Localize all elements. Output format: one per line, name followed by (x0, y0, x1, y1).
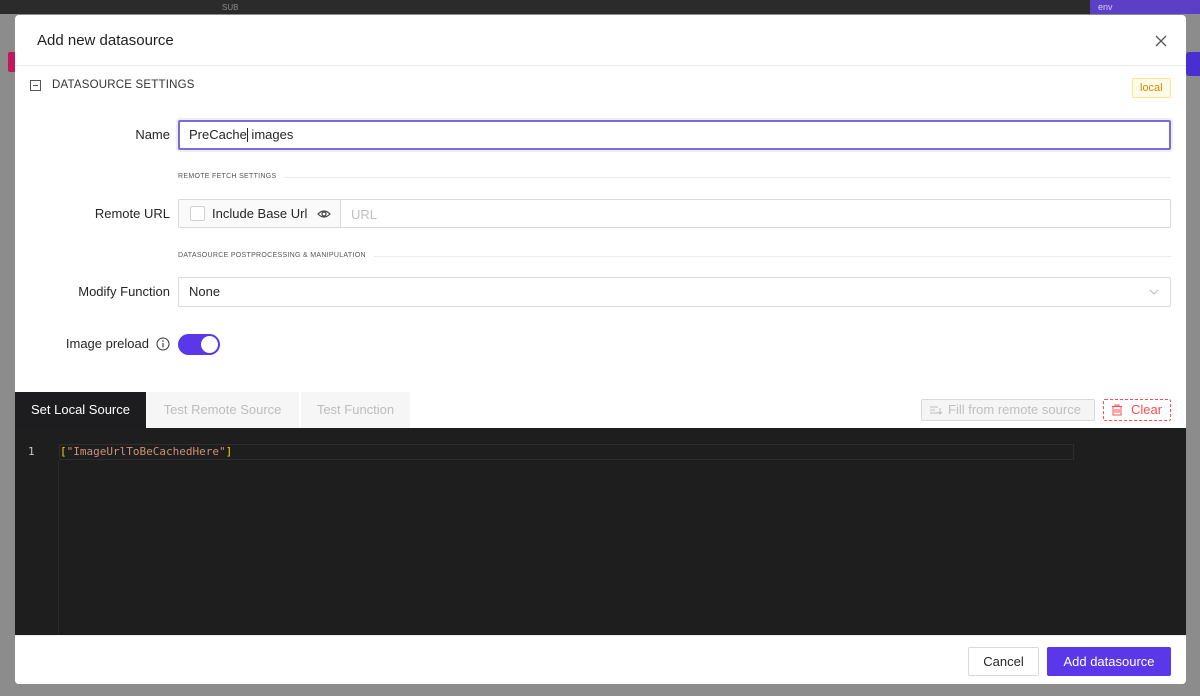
image-preload-label: Image preload (65, 336, 149, 351)
toggle-knob (201, 336, 218, 353)
modal-footer: Cancel Add datasource (15, 635, 1186, 684)
name-value-start: PreCache (189, 127, 247, 142)
info-icon[interactable] (156, 337, 170, 351)
name-value-end: images (247, 127, 294, 142)
datasource-settings-header[interactable]: DATASOURCE SETTINGS (30, 79, 1186, 105)
clear-button[interactable]: Clear (1103, 399, 1171, 421)
open-bracket: [ (60, 445, 67, 458)
include-base-url-label: Include Base Url (212, 206, 308, 221)
trash-icon (1112, 404, 1122, 416)
modify-function-value: None (189, 284, 221, 299)
url-input[interactable]: URL (351, 207, 377, 222)
code-string: "ImageUrlToBeCachedHere" (66, 445, 226, 458)
eye-icon[interactable] (317, 207, 331, 221)
remote-fetch-divider: REMOTE FETCH SETTINGS (178, 173, 1171, 185)
add-datasource-button[interactable]: Add datasource (1047, 647, 1171, 676)
remote-url-group: Include Base Url URL (178, 199, 1171, 228)
modify-function-select[interactable]: None (178, 277, 1171, 307)
app-header-backdrop: SUB env (0, 0, 1200, 14)
modal-title: Add new datasource (37, 32, 174, 49)
name-input[interactable]: PreCache images (178, 120, 1171, 150)
close-icon (1155, 35, 1167, 47)
cancel-button[interactable]: Cancel (968, 647, 1039, 676)
code-editor[interactable]: 1 ["ImageUrlToBeCachedHere"] (15, 428, 1186, 635)
backdrop-button (1186, 52, 1200, 76)
fill-icon (930, 406, 942, 415)
env-badge: env (1090, 0, 1200, 14)
remote-url-label: Remote URL (94, 206, 170, 221)
include-base-url-checkbox[interactable] (190, 206, 205, 221)
fill-from-remote-button[interactable]: Fill from remote source (921, 399, 1095, 421)
tab-test-remote-source[interactable]: Test Remote Source (146, 392, 299, 428)
postprocessing-divider-label: DATASOURCE POSTPROCESSING & MANIPULATION (178, 252, 374, 259)
close-bracket: ] (225, 445, 233, 458)
chevron-down-icon (1149, 289, 1159, 295)
tab-set-local-source[interactable]: Set Local Source (15, 392, 146, 428)
section-title: DATASOURCE SETTINGS (52, 79, 195, 91)
code-line[interactable]: ["ImageUrlToBeCachedHere"] (60, 445, 232, 458)
add-datasource-modal: Add new datasource DATASOURCE SETTINGS l… (15, 15, 1186, 684)
modify-function-label: Modify Function (78, 284, 170, 299)
divider-line (178, 177, 1171, 178)
name-label: Name (135, 127, 170, 142)
editor-gutter-line (58, 460, 59, 635)
fill-from-remote-label: Fill from remote source (948, 402, 1081, 417)
image-preload-toggle[interactable] (178, 334, 220, 355)
clear-label: Clear (1131, 402, 1163, 417)
line-number: 1 (28, 445, 35, 458)
backdrop-sub-label: SUB (222, 3, 239, 12)
modal-header: Add new datasource (15, 15, 1186, 66)
collapse-icon[interactable] (30, 80, 41, 91)
postprocessing-divider: DATASOURCE POSTPROCESSING & MANIPULATION (178, 252, 1171, 264)
remote-fetch-divider-label: REMOTE FETCH SETTINGS (178, 173, 285, 180)
include-base-url-addon: Include Base Url (179, 200, 341, 227)
local-badge: local (1132, 78, 1171, 98)
tab-test-function[interactable]: Test Function (301, 392, 410, 428)
close-button[interactable] (1151, 31, 1171, 51)
